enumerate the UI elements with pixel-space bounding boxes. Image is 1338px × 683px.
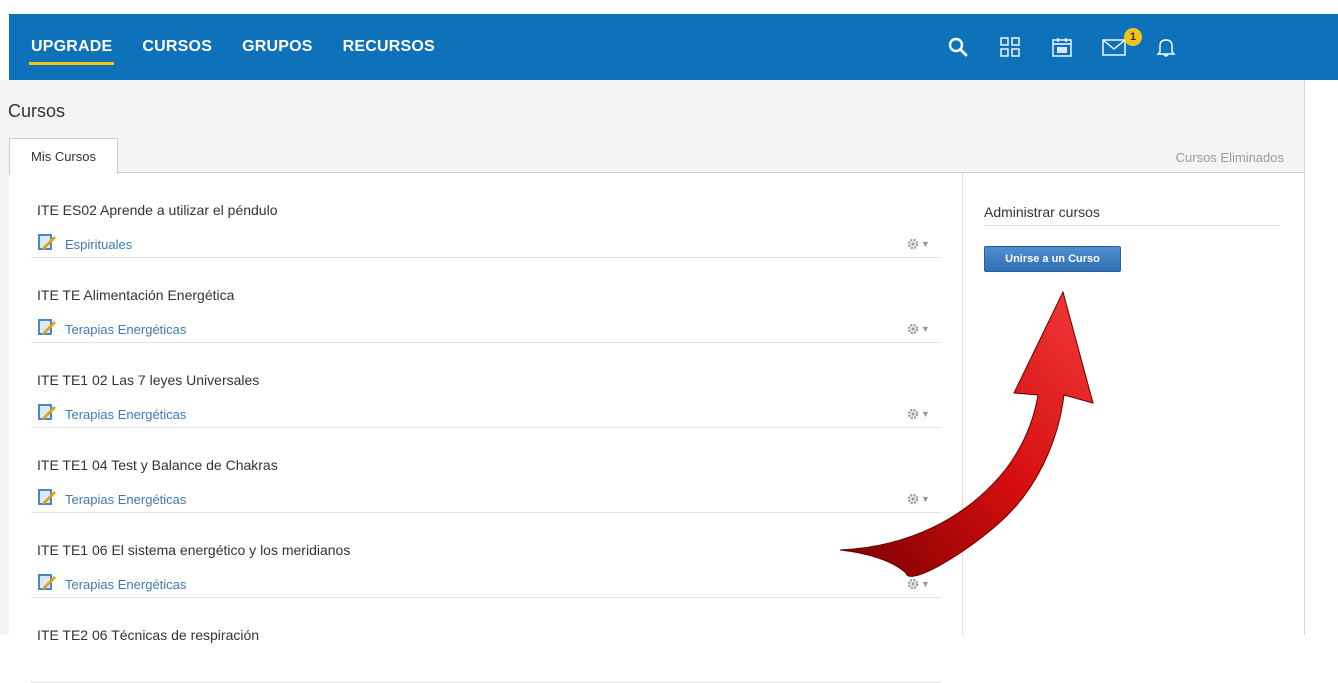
course-category: Terapias Energéticas xyxy=(37,403,186,426)
top-navigation-bar: UPGRADE CURSOS GRUPOS RECURSOS 1 xyxy=(9,14,1338,80)
right-scroll-strip xyxy=(1304,80,1338,635)
course-item: ITE TE Alimentación Energética Terapias … xyxy=(31,258,941,343)
course-item: ITE TE1 04 Test y Balance de Chakras Ter… xyxy=(31,428,941,513)
search-icon[interactable] xyxy=(944,33,972,61)
mail-badge: 1 xyxy=(1124,28,1142,46)
course-item: ITE TE2 06 Técnicas de respiración xyxy=(31,598,941,683)
course-title[interactable]: ITE TE Alimentación Energética xyxy=(37,287,234,303)
content-panel: ITE ES02 Aprende a utilizar el péndulo E… xyxy=(9,173,1304,683)
page-title: Cursos xyxy=(8,101,66,121)
notepad-icon xyxy=(37,233,57,256)
category-link[interactable]: Terapias Energéticas xyxy=(65,492,186,507)
course-item: ITE TE1 02 Las 7 leyes Universales Terap… xyxy=(31,343,941,428)
course-title[interactable]: ITE ES02 Aprende a utilizar el péndulo xyxy=(37,202,278,218)
course-category: Terapias Energéticas xyxy=(37,573,186,596)
course-category: Terapias Energéticas xyxy=(37,318,186,341)
course-title[interactable]: ITE TE1 02 Las 7 leyes Universales xyxy=(37,372,259,388)
course-title[interactable]: ITE TE1 06 El sistema energético y los m… xyxy=(37,542,350,558)
course-category: Terapias Energéticas xyxy=(37,488,186,511)
nav-recursos[interactable]: RECURSOS xyxy=(343,38,435,56)
nav-cursos[interactable]: CURSOS xyxy=(142,38,212,56)
category-link[interactable]: Terapias Energéticas xyxy=(65,407,186,422)
mail-icon[interactable]: 1 xyxy=(1100,28,1142,61)
grid-icon[interactable] xyxy=(996,33,1024,61)
category-link[interactable]: Espirituales xyxy=(65,237,132,252)
nav-upgrade[interactable]: UPGRADE xyxy=(28,38,115,65)
course-item: ITE ES02 Aprende a utilizar el péndulo E… xyxy=(31,173,941,258)
join-course-button[interactable]: Unirse a un Curso xyxy=(984,246,1121,272)
notepad-icon xyxy=(37,488,57,511)
admin-divider xyxy=(984,225,1280,226)
admin-title: Administrar cursos xyxy=(984,204,1100,220)
notepad-icon xyxy=(37,318,57,341)
course-title[interactable]: ITE TE1 04 Test y Balance de Chakras xyxy=(37,457,278,473)
nav-grupos[interactable]: GRUPOS xyxy=(242,38,313,56)
course-list: ITE ES02 Aprende a utilizar el péndulo E… xyxy=(31,173,941,683)
tab-cursos-eliminados[interactable]: Cursos Eliminados xyxy=(1176,150,1284,165)
category-link[interactable]: Terapias Energéticas xyxy=(65,577,186,592)
course-title[interactable]: ITE TE2 06 Técnicas de respiración xyxy=(37,627,259,643)
annotation-arrow xyxy=(839,291,1094,577)
gear-icon xyxy=(907,238,919,250)
calendar-icon[interactable] xyxy=(1048,33,1076,61)
course-category: Espirituales xyxy=(37,233,132,256)
notepad-icon xyxy=(37,573,57,596)
bell-icon[interactable] xyxy=(1152,33,1180,61)
page-shell: Cursos Mis Cursos Cursos Eliminados ITE … xyxy=(0,80,1304,683)
notepad-icon xyxy=(37,403,57,426)
course-settings[interactable]: ▼ xyxy=(906,237,930,251)
tab-mis-cursos[interactable]: Mis Cursos xyxy=(9,138,118,174)
chevron-down-icon: ▼ xyxy=(921,239,930,249)
course-item: ITE TE1 06 El sistema energético y los m… xyxy=(31,513,941,598)
main-nav: UPGRADE CURSOS GRUPOS RECURSOS xyxy=(9,14,465,80)
top-icons: 1 xyxy=(944,14,1204,80)
category-link[interactable]: Terapias Energéticas xyxy=(65,322,186,337)
